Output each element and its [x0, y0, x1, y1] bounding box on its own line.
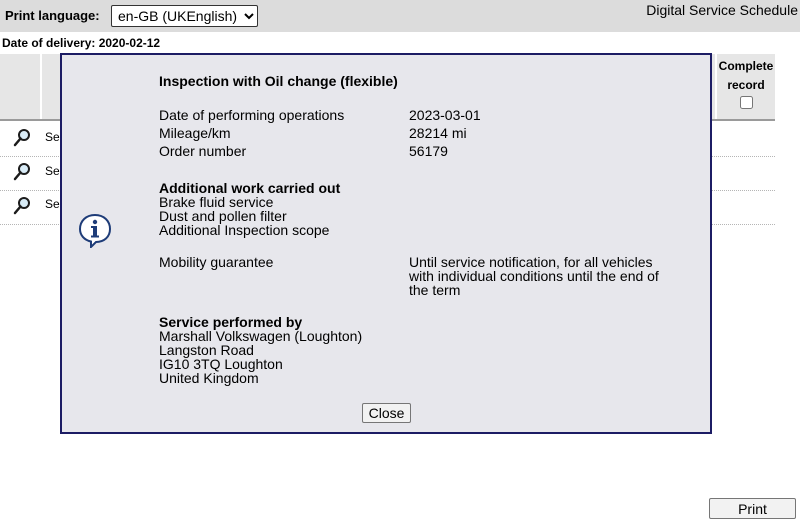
complete-record-column-header: Complete record — [717, 54, 775, 119]
magnifier-icon[interactable] — [12, 128, 32, 148]
additional-work-item: Dust and pollen filter — [159, 208, 287, 224]
magnifier-icon[interactable] — [12, 196, 32, 216]
field-label: Order number — [159, 143, 247, 159]
mobility-value-line: Until service notification, for all vehi… — [409, 254, 653, 270]
field-value: 56179 — [409, 143, 448, 159]
service-performed-section: Service performed by Marshall Volkswagen… — [159, 315, 362, 385]
print-language-label: Print language: — [5, 8, 100, 23]
additional-work-heading: Additional work carried out — [159, 180, 341, 196]
print-language-select[interactable]: en-GB (UKEnglish) — [111, 5, 258, 27]
delivery-date: Date of delivery: 2020-02-12 — [2, 36, 161, 50]
field-label: Date of performing operations — [159, 107, 345, 123]
row-label: Se — [45, 164, 60, 178]
service-performed-heading: Service performed by — [159, 314, 303, 330]
dealer-address-line: IG10 3TQ Loughton — [159, 356, 283, 372]
dealer-address-line: United Kingdom — [159, 370, 259, 386]
column-divider — [40, 54, 42, 119]
mobility-value-line: the term — [409, 282, 461, 298]
field-value: 28214 mi — [409, 125, 467, 141]
complete-record-label-line1: Complete — [718, 59, 774, 73]
mobility-value-line: with individual conditions until the end… — [409, 268, 659, 284]
additional-work-item: Additional Inspection scope — [159, 222, 330, 238]
magnifier-icon[interactable] — [12, 162, 32, 182]
mobility-value: Until service notification, for all vehi… — [409, 255, 699, 297]
service-detail-dialog: Inspection with Oil change (flexible) Da… — [60, 53, 712, 434]
row-label: Se — [45, 130, 60, 144]
close-button[interactable]: Close — [362, 403, 411, 423]
mobility-heading: Mobility guarantee — [159, 254, 274, 270]
complete-record-label-line2: record — [727, 78, 765, 92]
dealer-address-line: Marshall Volkswagen (Loughton) — [159, 328, 363, 344]
app-title: Digital Service Schedule — [646, 2, 798, 18]
print-button[interactable]: Print — [709, 498, 796, 519]
dealer-address-line: Langston Road — [159, 342, 254, 358]
top-bar: Print language: en-GB (UKEnglish) Digita… — [0, 0, 800, 32]
field-value: 2023-03-01 — [409, 107, 481, 123]
row-label: Se — [45, 197, 60, 211]
field-label: Mileage/km — [159, 125, 231, 141]
complete-record-checkbox[interactable] — [739, 96, 753, 109]
dialog-title: Inspection with Oil change (flexible) — [159, 73, 398, 89]
info-icon — [78, 213, 112, 248]
additional-work-section: Additional work carried out Brake fluid … — [159, 181, 340, 237]
additional-work-item: Brake fluid service — [159, 194, 274, 210]
